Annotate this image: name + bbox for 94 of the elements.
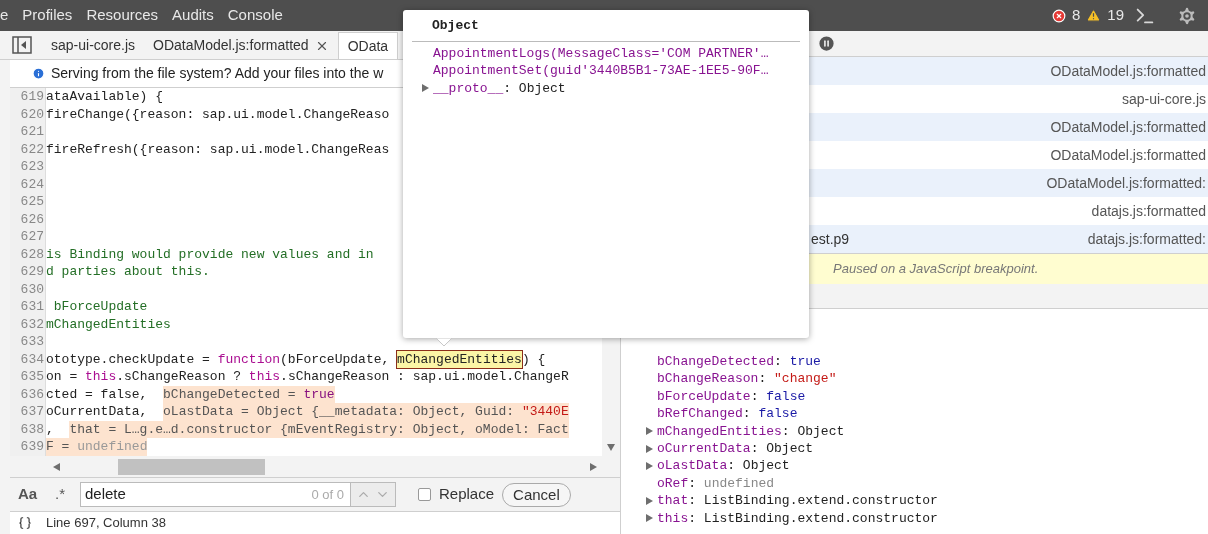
code-token: d parties about this. — [46, 263, 210, 281]
line-number: 622 — [19, 140, 45, 158]
popover-title: Object — [412, 16, 800, 42]
code-token: oLastData = Object {__metadata: Object, Guid: — [163, 403, 522, 421]
line-number: 628 — [19, 245, 45, 263]
settings-icon[interactable] — [1176, 4, 1198, 27]
line-number: 627 — [19, 228, 45, 246]
line-number: 635 — [19, 368, 45, 386]
line-number: 624 — [19, 175, 45, 193]
code-token: ataAvailable) { — [46, 88, 164, 106]
code-token: fireRefresh({reason: sap.ui.model.ChangeReas — [46, 140, 390, 158]
code-token: function — [217, 350, 281, 368]
scrollbar-thumb[interactable] — [118, 458, 265, 475]
expand-triangle-icon[interactable] — [420, 83, 430, 94]
panel-tab[interactable]: Audits — [172, 4, 214, 27]
code-token: bForceUpdate — [52, 298, 148, 316]
search-field[interactable]: delete — [80, 482, 312, 507]
editor-tab[interactable]: ODataModel.js:formatted — [144, 32, 338, 59]
expand-triangle-icon[interactable] — [644, 495, 654, 506]
function-name: est.p9 — [810, 229, 850, 249]
code-token: oCurrentData, — [46, 403, 149, 421]
scroll-arrow-icon[interactable] — [588, 461, 598, 472]
code-token: on = — [46, 368, 79, 386]
expand-triangle-icon[interactable] — [644, 513, 654, 524]
editor-tab[interactable]: sap-ui-core.js — [42, 32, 145, 59]
code-token: mChangedEntities — [46, 315, 171, 333]
line-number: 623 — [19, 158, 45, 176]
paused-message: Paused on a JavaScript breakpoint. — [833, 260, 1039, 279]
line-number: 629 — [19, 263, 45, 281]
pause-icon[interactable] — [817, 34, 836, 53]
code-token: .sChangeReason : sap.ui.model.ChangeR — [280, 368, 569, 386]
scroll-arrow-icon[interactable] — [606, 442, 616, 452]
line-number: 639 — [19, 438, 45, 456]
code-token: , — [46, 420, 55, 438]
replace-label[interactable]: Replace — [439, 483, 495, 506]
code-token: ototype.checkUpdate = — [46, 350, 211, 368]
source-location: ODataModel.js:formatted — [1050, 145, 1206, 165]
panel-tab[interactable]: Console — [227, 4, 283, 27]
line-number: 620 — [19, 105, 45, 123]
line-number: 621 — [19, 123, 45, 141]
cursor-position: Line 697, Column 38 — [46, 514, 166, 533]
sidebar-toggle-icon[interactable] — [12, 36, 32, 54]
expand-triangle-icon[interactable] — [644, 426, 654, 437]
code-token: "3440E — [521, 403, 569, 421]
code-token: (bForceUpdate, — [280, 350, 391, 368]
line-number: 631 — [19, 298, 45, 316]
line-number: 634 — [19, 350, 45, 368]
code-token: cted = false, — [46, 385, 149, 403]
source-location: datajs.js:formatted: — [1087, 229, 1206, 249]
line-number: 619 — [19, 88, 45, 106]
match-count: 0 of 0 — [311, 482, 350, 507]
line-number: 632 — [19, 315, 45, 333]
source-location: datajs.js:formatted — [1091, 201, 1206, 221]
line-number: 625 — [19, 193, 45, 211]
panel-tab[interactable]: e — [0, 4, 9, 27]
line-number: 633 — [19, 333, 45, 351]
editor-tab[interactable]: OData — [337, 32, 399, 59]
line-number: 638 — [19, 420, 45, 438]
line-number: 630 — [19, 280, 45, 298]
info-icon — [32, 67, 45, 80]
line-number: 626 — [19, 210, 45, 228]
expand-triangle-icon[interactable] — [644, 443, 654, 454]
line-number: 637 — [19, 403, 45, 421]
error-count[interactable]: 8 — [1071, 4, 1081, 27]
source-location: ODataModel.js:formatted: — [1046, 173, 1206, 193]
code-token: this — [85, 368, 117, 386]
panel-tab[interactable]: Resources — [86, 4, 159, 27]
info-message: Serving from the file system? Add your files into the w — [51, 64, 384, 83]
source-location: ODataModel.js:formatted — [1050, 61, 1206, 81]
code-token: bChangeDetected = — [163, 385, 304, 403]
pretty-print-icon[interactable] — [18, 516, 32, 530]
source-location: ODataModel.js:formatted — [1050, 117, 1206, 137]
code-token: that = L…g.e…d.constructor {mEventRegistry: Object, oModel: Fact — [69, 420, 569, 438]
warning-icon — [1086, 8, 1102, 23]
cancel-button[interactable]: Cancel — [502, 482, 571, 507]
line-number: 636 — [19, 385, 45, 403]
code-token: fireChange({reason: sap.ui.model.ChangeReaso — [46, 105, 390, 123]
panel-tab[interactable]: Profiles — [22, 4, 73, 27]
code-token: .sChangeReason ? — [116, 368, 243, 386]
replace-checkbox[interactable] — [418, 488, 431, 501]
source-location: sap-ui-core.js — [1121, 89, 1206, 109]
warning-count[interactable]: 19 — [1107, 4, 1124, 27]
code-token: this — [248, 368, 281, 386]
code-token: F = — [46, 438, 78, 456]
code-token: undefined — [77, 438, 148, 456]
code-token: ) { — [521, 350, 546, 368]
match-case-toggle[interactable]: Aa — [18, 483, 40, 506]
code-token: is Binding would provide new values and in — [46, 245, 374, 263]
scroll-arrow-icon[interactable] — [52, 461, 62, 472]
code-token: true — [303, 385, 335, 403]
code-token: mChangedEntities — [397, 350, 522, 368]
expand-triangle-icon[interactable] — [644, 461, 654, 472]
regex-toggle[interactable]: .* — [48, 483, 72, 506]
error-icon — [1051, 8, 1066, 23]
